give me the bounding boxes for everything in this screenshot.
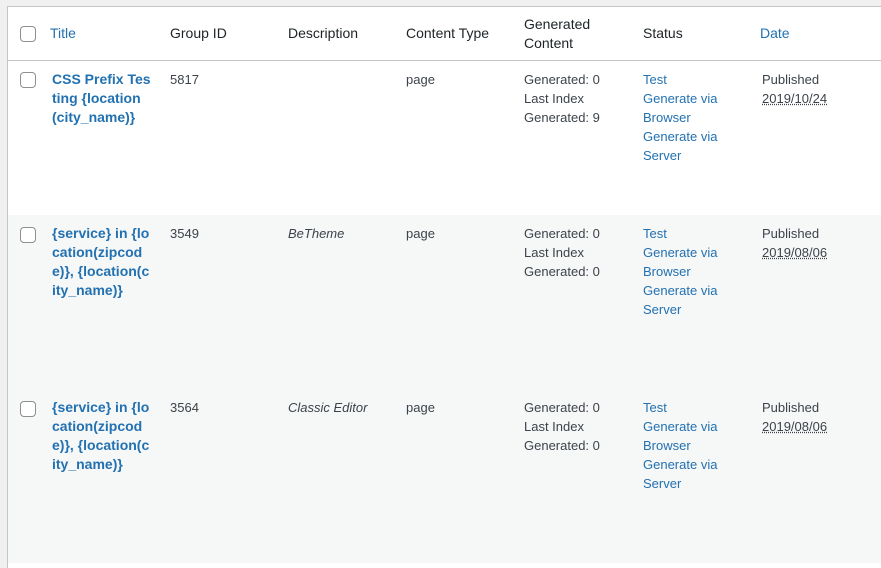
table-row: {service} in {location(zipcode)}, {locat… <box>8 215 881 389</box>
last-index-label: Last Index <box>524 419 584 434</box>
generate-via-browser-link[interactable]: Generate via Browser <box>643 243 733 281</box>
row-generated-content: Generated: 0 Last Index Generated: 0 <box>524 398 600 455</box>
row-title-link[interactable]: {service} in {location(zipcode)}, {locat… <box>52 398 152 474</box>
row-group-id: 3549 <box>170 226 199 241</box>
generate-via-browser-link[interactable]: Generate via Browser <box>643 89 733 127</box>
publish-status: Published <box>762 226 820 241</box>
last-index-label: Last Index <box>524 245 584 260</box>
generate-via-server-link[interactable]: Generate via Server <box>643 127 733 165</box>
column-status: Status <box>643 25 683 41</box>
publish-date: 2019/08/06 <box>762 245 828 260</box>
row-content-type: page <box>406 72 435 87</box>
row-date: Published 2019/08/06 <box>762 398 827 436</box>
row-content-type: page <box>406 226 435 241</box>
test-link[interactable]: Test <box>643 70 733 89</box>
row-date: Published 2019/08/06 <box>762 224 827 262</box>
column-date-sort[interactable]: Date <box>760 24 790 43</box>
generated-count: Generated: 0 <box>524 400 600 415</box>
test-link[interactable]: Test <box>643 224 733 243</box>
posts-table: Title Group ID Description Content Type … <box>7 6 881 568</box>
generated-count: Generated: 0 <box>524 72 600 87</box>
publish-date: 2019/10/24 <box>762 91 828 106</box>
table-header: Title Group ID Description Content Type … <box>8 7 881 61</box>
row-group-id: 3564 <box>170 400 199 415</box>
generate-via-server-link[interactable]: Generate via Server <box>643 281 733 319</box>
generated-last-index: Generated: 9 <box>524 110 600 125</box>
row-status-actions: Test Generate via Browser Generate via S… <box>643 70 733 165</box>
row-content-type: page <box>406 400 435 415</box>
generated-last-index: Generated: 0 <box>524 438 600 453</box>
column-generated-content: Generated Content <box>524 16 591 51</box>
select-all-checkbox[interactable] <box>20 26 36 42</box>
generated-last-index: Generated: 0 <box>524 264 600 279</box>
generate-via-server-link[interactable]: Generate via Server <box>643 455 733 493</box>
row-status-actions: Test Generate via Browser Generate via S… <box>643 398 733 493</box>
row-description: Classic Editor <box>288 400 368 415</box>
publish-status: Published <box>762 72 820 87</box>
row-checkbox[interactable] <box>20 401 36 417</box>
publish-status: Published <box>762 400 820 415</box>
column-content-type: Content Type <box>406 25 490 41</box>
row-checkbox[interactable] <box>20 72 36 88</box>
row-generated-content: Generated: 0 Last Index Generated: 0 <box>524 224 600 281</box>
row-date: Published 2019/10/24 <box>762 70 827 108</box>
column-title-sort[interactable]: Title <box>50 24 76 43</box>
test-link[interactable]: Test <box>643 398 733 417</box>
row-generated-content: Generated: 0 Last Index Generated: 9 <box>524 70 600 127</box>
row-status-actions: Test Generate via Browser Generate via S… <box>643 224 733 319</box>
generated-count: Generated: 0 <box>524 226 600 241</box>
row-title-link[interactable]: CSS Prefix Testing {location(city_name)} <box>52 70 152 127</box>
column-description: Description <box>288 25 359 41</box>
last-index-label: Last Index <box>524 91 584 106</box>
row-checkbox[interactable] <box>20 227 36 243</box>
table-row: {service} in {location(zipcode)}, {locat… <box>8 389 881 563</box>
table-row: CSS Prefix Testing {location(city_name)}… <box>8 62 881 215</box>
column-group-id: Group ID <box>170 25 227 41</box>
row-description: BeTheme <box>288 226 345 241</box>
publish-date: 2019/08/06 <box>762 419 828 434</box>
generate-via-browser-link[interactable]: Generate via Browser <box>643 417 733 455</box>
row-title-link[interactable]: {service} in {location(zipcode)}, {locat… <box>52 224 152 300</box>
row-group-id: 5817 <box>170 72 199 87</box>
